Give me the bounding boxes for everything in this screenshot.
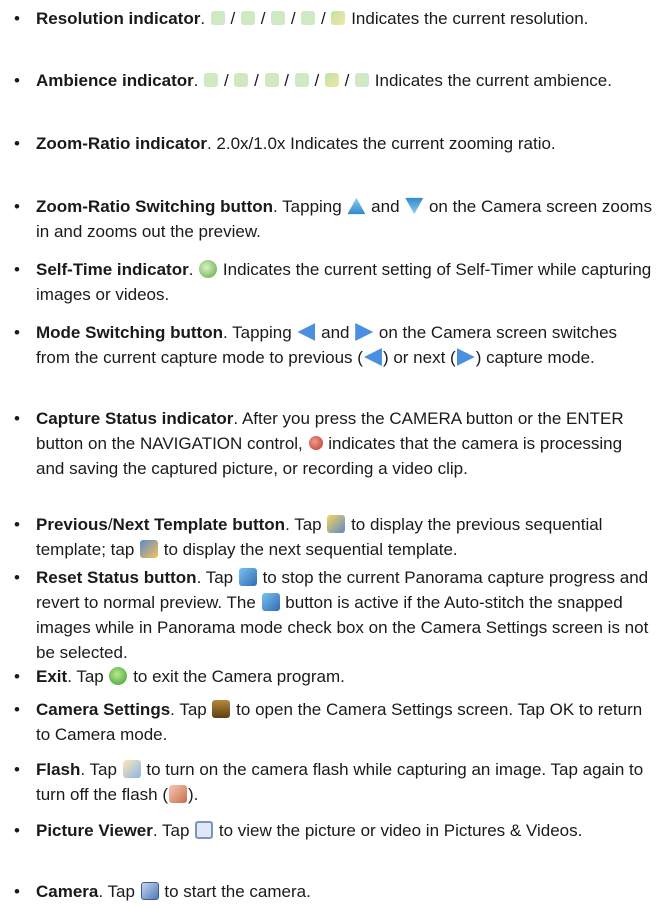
item-text: Zoom-Ratio Switching button. Tapping and… [36,197,652,241]
reset-status-icon [261,593,280,611]
term: Next Template button [112,515,286,534]
previous-mode-icon [363,348,382,366]
zoom-in-icon[interactable] [347,197,366,215]
manual-page: • Resolution indicator. / / / / Indicate… [0,0,659,907]
term: Reset Status button [36,568,197,587]
bullet: • [14,260,20,279]
term: Mode Switching button [36,323,223,342]
previous-mode-icon[interactable] [297,323,316,341]
resolution-icon-4 [301,11,316,25]
self-timer-icon [199,260,218,278]
ambience-icon-2 [234,73,249,87]
term: Capture Status indicator [36,409,234,428]
next-mode-icon [456,348,475,366]
term: Self-Time indicator [36,260,189,279]
bullet: • [14,134,20,153]
bullet: • [14,9,20,28]
bullet: • [14,71,20,90]
camera-settings-icon[interactable] [212,700,231,718]
resolution-icon-1 [210,11,225,25]
next-template-icon[interactable] [140,540,159,558]
resolution-icon-5 [331,11,346,25]
term: Resolution indicator [36,9,201,28]
term: Exit [36,667,68,686]
item-text: Self-Time indicator. Indicates the curre… [36,260,652,304]
term: Flash [36,760,81,779]
bullet: • [14,821,20,840]
item-text: Capture Status indicator. After you pres… [36,409,624,478]
camera-icon[interactable] [140,882,159,900]
flash-off-icon [168,785,187,803]
term: Picture Viewer [36,821,153,840]
term: Ambience indicator [36,71,194,90]
term: Camera [36,882,99,901]
item-text: Resolution indicator. / / / / Indicates … [36,9,589,28]
term: Zoom-Ratio indicator [36,134,207,153]
item-text: Reset Status button. Tap to stop the cur… [36,568,649,662]
exit-icon[interactable] [109,667,128,685]
item-text: Flash. Tap to turn on the camera flash w… [36,760,644,804]
ambience-icon-5 [324,73,339,87]
capture-status-icon [308,436,323,450]
reset-status-icon[interactable] [238,568,257,586]
item-text: Exit. Tap to exit the Camera program. [36,667,345,686]
item-text: Mode Switching button. Tapping and on th… [36,323,618,367]
bullet: • [14,667,20,686]
item-text: Camera. Tap to start the camera. [36,882,311,901]
previous-template-icon[interactable] [327,515,346,533]
item-text: Picture Viewer. Tap to view the picture … [36,821,583,840]
term: Previous [36,515,108,534]
flash-on-icon[interactable] [122,760,141,778]
bullet: • [14,409,20,428]
zoom-out-icon[interactable] [405,197,424,215]
bullet: • [14,882,20,901]
bullet: • [14,700,20,719]
picture-viewer-icon[interactable] [195,821,214,839]
item-text: Previous/Next Template button. Tap to di… [36,515,603,559]
item-text: Zoom-Ratio indicator. 2.0x/1.0x Indicate… [36,134,556,153]
term: Camera Settings [36,700,171,719]
bullet: • [14,515,20,534]
item-text: Ambience indicator. / / / / / Indicates … [36,71,612,90]
bullet: • [14,323,20,342]
ambience-icon-3 [264,73,279,87]
resolution-icon-3 [271,11,286,25]
bullet: • [14,197,20,216]
bullet: • [14,760,20,779]
ambience-icon-6 [355,73,370,87]
term: Zoom-Ratio Switching button [36,197,274,216]
ambience-icon-4 [294,73,309,87]
item-text: Camera Settings. Tap to open the Camera … [36,700,643,744]
ambience-icon-1 [204,73,219,87]
bullet: • [14,568,20,587]
resolution-icon-2 [240,11,255,25]
next-mode-icon[interactable] [355,323,374,341]
